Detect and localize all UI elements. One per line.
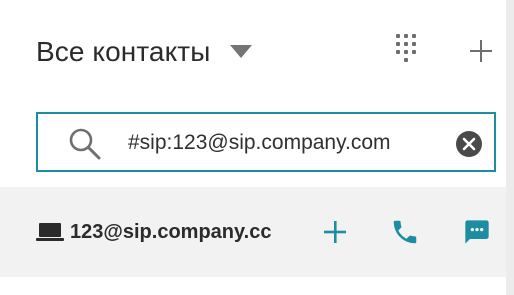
- clear-search-button[interactable]: [456, 131, 482, 157]
- phone-icon: [393, 220, 417, 244]
- page-title: Все контакты: [36, 36, 211, 67]
- contact-result-row[interactable]: 123@sip.company.cc: [0, 187, 506, 277]
- dialpad-icon: [396, 34, 416, 62]
- add-to-contacts-button[interactable]: [316, 213, 354, 251]
- contacts-panel: Все контакты #sip:123@sip.company.com 12…: [0, 0, 514, 295]
- chat-button[interactable]: [458, 213, 496, 251]
- triangle-down-icon: [230, 45, 253, 58]
- call-button[interactable]: [386, 213, 424, 251]
- add-contact-button[interactable]: [466, 32, 496, 70]
- laptop-icon: [36, 223, 64, 241]
- contact-address: 123@sip.company.cc: [70, 221, 272, 243]
- dialpad-button[interactable]: [388, 30, 424, 70]
- plus-icon: [324, 221, 346, 243]
- contacts-filter-dropdown[interactable]: Все контакты: [36, 30, 253, 74]
- scrollbar-track[interactable]: [506, 0, 514, 295]
- plus-icon: [470, 40, 492, 62]
- chat-bubble-icon: [465, 220, 489, 244]
- search-input[interactable]: [128, 126, 428, 160]
- contacts-header: Все контакты: [0, 0, 506, 96]
- search-icon: [69, 128, 101, 160]
- search-box[interactable]: [36, 112, 496, 172]
